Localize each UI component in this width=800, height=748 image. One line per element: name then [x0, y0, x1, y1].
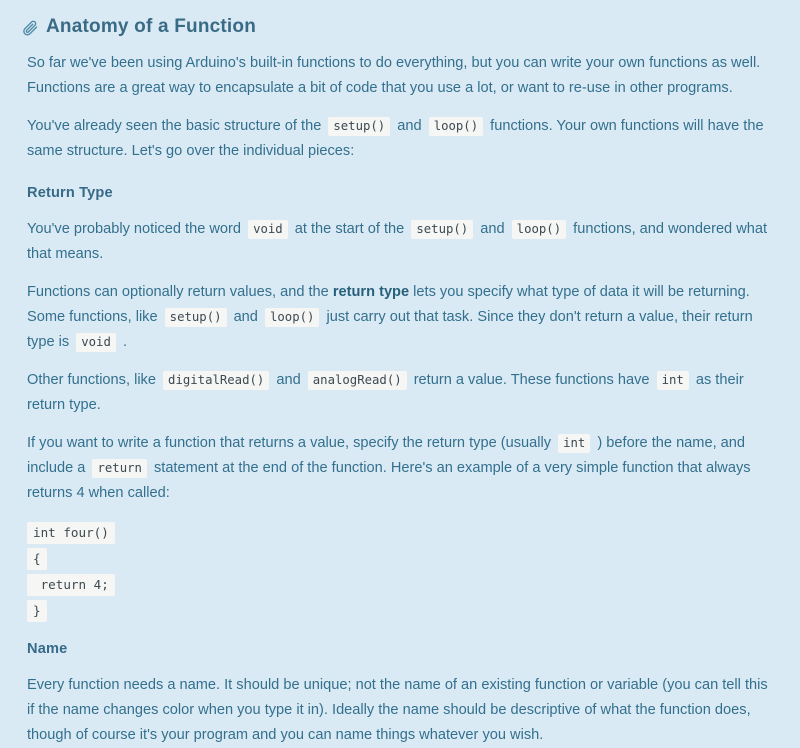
inline-code-digitalread: digitalRead() [163, 371, 270, 390]
paragraph-basic-structure: You've already seen the basic structure … [14, 114, 782, 164]
inline-code-int: int [558, 434, 591, 453]
code-block: int four() { return 4; } [14, 522, 782, 622]
inline-code-setup: setup() [328, 117, 391, 136]
code-line-text: return 4; [27, 574, 115, 596]
text-fragment: and [233, 309, 258, 325]
code-line: } [27, 600, 769, 622]
bold-return-type: return type [332, 284, 410, 300]
page-title-text: Anatomy of a Function [46, 16, 257, 37]
inline-code-int: int [656, 371, 689, 390]
code-line-text: { [27, 548, 47, 570]
inline-code-loop: loop() [511, 220, 567, 239]
text-fragment: and [276, 372, 301, 388]
inline-code-setup: setup() [411, 220, 474, 239]
section-heading-name: Name [27, 641, 68, 657]
paragraph-other-functions: Other functions, like digitalRead() and … [14, 368, 782, 418]
inline-code-loop: loop() [264, 308, 320, 327]
text-fragment: You've probably noticed the word [27, 221, 242, 237]
code-line: return 4; [27, 574, 769, 596]
text-fragment: You've already seen the basic structure … [27, 118, 322, 134]
article-page: Anatomy of a Function So far we've been … [0, 0, 800, 743]
paragraph-write-function: If you want to write a function that ret… [14, 431, 782, 506]
paragraph-return-values: Functions can optionally return values, … [14, 280, 782, 355]
inline-code-analogread: analogRead() [307, 371, 407, 390]
text-fragment: return a value. These functions have [413, 372, 650, 388]
text-fragment: . [122, 334, 127, 350]
text-fragment: and [480, 221, 505, 237]
page-title: Anatomy of a Function [22, 16, 782, 38]
code-line: { [27, 548, 769, 570]
inline-code-setup: setup() [164, 308, 227, 327]
code-line: int four() [27, 522, 769, 544]
code-line-text: int four() [27, 522, 115, 544]
code-line-text: } [27, 600, 47, 622]
inline-code-return: return [92, 459, 147, 478]
inline-code-void: void [76, 333, 116, 352]
text-fragment: at the start of the [294, 221, 405, 237]
paperclip-icon[interactable] [22, 19, 39, 36]
text-fragment: If you want to write a function that ret… [27, 435, 552, 451]
section-heading-return-type: Return Type [27, 185, 113, 201]
text-fragment: and [397, 118, 422, 134]
text-fragment: Functions can optionally return values, … [27, 284, 329, 300]
inline-code-void: void [248, 220, 288, 239]
text-fragment: Other functions, like [27, 372, 156, 388]
paragraph-name-body: Every function needs a name. It should b… [27, 677, 768, 743]
paragraph-intro: So far we've been using Arduino's built-… [27, 55, 761, 96]
paragraph-void-intro: You've probably noticed the word void at… [14, 217, 782, 267]
inline-code-loop: loop() [428, 117, 484, 136]
